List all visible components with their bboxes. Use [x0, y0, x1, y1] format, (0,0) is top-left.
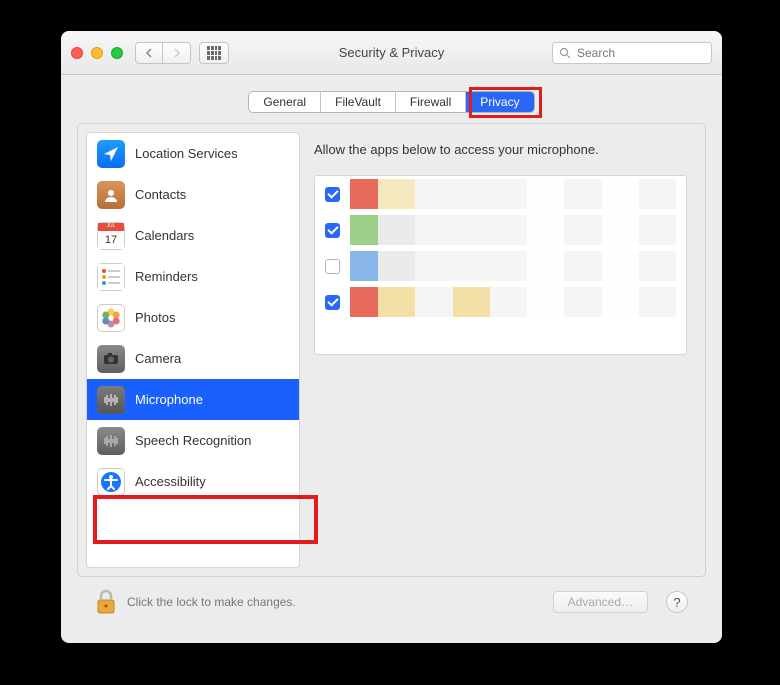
- sidebar-item-label: Calendars: [135, 228, 194, 243]
- tab-filevault[interactable]: FileVault: [321, 92, 396, 112]
- app-row: [315, 212, 686, 248]
- sidebar-item-label: Microphone: [135, 392, 203, 407]
- tab-general[interactable]: General: [249, 92, 321, 112]
- app-row: [315, 176, 686, 212]
- tab-privacy[interactable]: Privacy: [466, 92, 533, 112]
- chevron-right-icon: [173, 48, 181, 58]
- sidebar-item-label: Speech Recognition: [135, 433, 251, 448]
- forward-button[interactable]: [163, 42, 191, 64]
- sidebar-item-contacts[interactable]: Contacts: [87, 174, 299, 215]
- preferences-window: Security & Privacy GeneralFileVaultFirew…: [61, 31, 722, 643]
- footer: Click the lock to make changes. Advanced…: [77, 577, 706, 627]
- privacy-sidebar: Location Services Contacts JUL17 Calendars R…: [86, 132, 300, 568]
- camera-icon: [97, 345, 125, 373]
- sidebar-item-label: Photos: [135, 310, 175, 325]
- sidebar-item-label: Camera: [135, 351, 181, 366]
- app-redacted-name: [350, 215, 676, 245]
- tab-firewall[interactable]: Firewall: [396, 92, 466, 112]
- sidebar-item-label: Contacts: [135, 187, 186, 202]
- lock-icon[interactable]: [95, 589, 117, 615]
- sidebar-item-camera[interactable]: Camera: [87, 338, 299, 379]
- app-redacted-name: [350, 251, 676, 281]
- sidebar-item-label: Accessibility: [135, 474, 206, 489]
- advanced-button[interactable]: Advanced…: [553, 591, 648, 613]
- search-field[interactable]: [552, 42, 712, 64]
- zoom-button[interactable]: [111, 47, 123, 59]
- close-button[interactable]: [71, 47, 83, 59]
- sidebar-item-label: Location Services: [135, 146, 238, 161]
- privacy-panel: Location Services Contacts JUL17 Calendars R…: [77, 123, 706, 577]
- contacts-icon: [97, 181, 125, 209]
- help-button[interactable]: ?: [666, 591, 688, 613]
- app-redacted-name: [350, 287, 676, 317]
- back-button[interactable]: [135, 42, 163, 64]
- accessibility-icon: [97, 468, 125, 496]
- reminders-icon: [97, 263, 125, 291]
- sidebar-item-speech[interactable]: Speech Recognition: [87, 420, 299, 461]
- location-icon: [97, 140, 125, 168]
- content-header: Allow the apps below to access your micr…: [314, 142, 687, 157]
- photos-icon: [97, 304, 125, 332]
- tabs-segmented: GeneralFileVaultFirewallPrivacy: [248, 91, 534, 113]
- app-row: [315, 248, 686, 284]
- grid-icon: [207, 46, 221, 60]
- window-body: GeneralFileVaultFirewallPrivacy Location…: [61, 75, 722, 643]
- window-controls: [71, 47, 123, 59]
- sidebar-item-reminders[interactable]: Reminders: [87, 256, 299, 297]
- calendar-icon: JUL17: [97, 222, 125, 250]
- app-redacted-name: [350, 179, 676, 209]
- tabs-row: GeneralFileVaultFirewallPrivacy: [77, 91, 706, 113]
- sidebar-item-label: Reminders: [135, 269, 198, 284]
- app-checkbox[interactable]: [325, 295, 340, 310]
- sidebar-item-calendars[interactable]: JUL17 Calendars: [87, 215, 299, 256]
- titlebar: Security & Privacy: [61, 31, 722, 75]
- app-checkbox[interactable]: [325, 187, 340, 202]
- lock-text: Click the lock to make changes.: [127, 595, 296, 609]
- show-all-button[interactable]: [199, 42, 229, 64]
- app-row: [315, 284, 686, 320]
- privacy-content: Allow the apps below to access your micr…: [308, 124, 705, 576]
- search-input[interactable]: [575, 45, 722, 61]
- microphone-icon: [97, 386, 125, 414]
- sidebar-item-photos[interactable]: Photos: [87, 297, 299, 338]
- nav-buttons: [135, 42, 191, 64]
- minimize-button[interactable]: [91, 47, 103, 59]
- app-checkbox[interactable]: [325, 259, 340, 274]
- speech-icon: [97, 427, 125, 455]
- chevron-left-icon: [145, 48, 153, 58]
- search-icon: [559, 47, 571, 59]
- apps-list: [314, 175, 687, 355]
- sidebar-item-location[interactable]: Location Services: [87, 133, 299, 174]
- sidebar-item-microphone[interactable]: Microphone: [87, 379, 299, 420]
- sidebar-item-accessibility[interactable]: Accessibility: [87, 461, 299, 502]
- app-checkbox[interactable]: [325, 223, 340, 238]
